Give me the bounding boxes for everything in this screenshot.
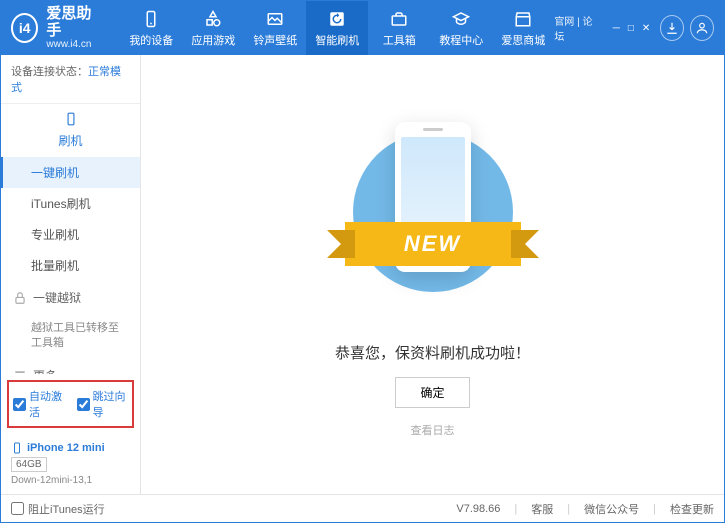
support-link[interactable]: 客服 xyxy=(531,501,553,517)
phone-icon xyxy=(141,9,161,29)
view-log-link[interactable]: 查看日志 xyxy=(411,422,455,438)
device-firmware: Down-12mini-13,1 xyxy=(11,475,130,486)
success-illustration: NEW xyxy=(353,112,513,312)
options-box: 自动激活 跳过向导 xyxy=(7,380,134,428)
device-capacity: 64GB xyxy=(11,457,47,472)
sidebar-item-pro[interactable]: 专业刷机 xyxy=(1,219,140,250)
top-nav: 我的设备 应用游戏 铃声壁纸 智能刷机 工具箱 教程中心 xyxy=(120,1,554,55)
apps-icon xyxy=(203,9,223,29)
section-flash[interactable]: 刷机 xyxy=(1,104,140,157)
titlebar: i4 爱思助手 www.i4.cn 我的设备 应用游戏 铃声壁纸 智能刷机 xyxy=(1,1,724,55)
device-panel: iPhone 12 mini 64GB Down-12mini-13,1 xyxy=(1,434,140,494)
user-button[interactable] xyxy=(690,15,714,41)
jailbreak-note: 越狱工具已转移至工具箱 xyxy=(1,314,140,359)
toolbox-icon xyxy=(389,9,409,29)
checkbox-skip-guide[interactable]: 跳过向导 xyxy=(77,388,129,420)
checkbox-block-itunes[interactable]: 阻止iTunes运行 xyxy=(11,501,105,517)
success-message: 恭喜您，保资料刷机成功啦！ xyxy=(335,342,530,363)
sidebar-item-oneclick[interactable]: 一键刷机 xyxy=(1,157,140,188)
minimize-icon[interactable]: ─ xyxy=(613,23,620,34)
body: 设备连接状态：正常模式 刷机 一键刷机 iTunes刷机 专业刷机 批量刷机 一… xyxy=(1,55,724,494)
phone-icon xyxy=(11,442,23,454)
app-window: i4 爱思助手 www.i4.cn 我的设备 应用游戏 铃声壁纸 智能刷机 xyxy=(0,0,725,523)
checkbox-auto-activate[interactable]: 自动激活 xyxy=(13,388,65,420)
nav-apps[interactable]: 应用游戏 xyxy=(182,1,244,55)
lock-icon xyxy=(13,291,27,305)
version-label: V7.98.66 xyxy=(456,503,500,515)
logo-area: i4 爱思助手 www.i4.cn xyxy=(11,6,100,50)
graduation-icon xyxy=(451,9,471,29)
nav-my-device[interactable]: 我的设备 xyxy=(120,1,182,55)
menu-icon xyxy=(13,368,27,374)
section-jailbreak[interactable]: 一键越狱 xyxy=(1,281,140,314)
nav-toolbox[interactable]: 工具箱 xyxy=(368,1,430,55)
nav-tutorials[interactable]: 教程中心 xyxy=(430,1,492,55)
sidebar: 设备连接状态：正常模式 刷机 一键刷机 iTunes刷机 专业刷机 批量刷机 一… xyxy=(1,55,141,494)
device-name[interactable]: iPhone 12 mini xyxy=(11,442,130,454)
window-controls: 官网 | 论坛 ─ □ ✕ xyxy=(554,13,654,43)
top-links[interactable]: 官网 | 论坛 xyxy=(554,13,592,43)
new-ribbon: NEW xyxy=(345,222,521,266)
footer: 阻止iTunes运行 V7.98.66 | 客服 | 微信公众号 | 检查更新 xyxy=(1,494,724,522)
check-update-link[interactable]: 检查更新 xyxy=(670,501,714,517)
wallpaper-icon xyxy=(265,9,285,29)
app-url: www.i4.cn xyxy=(46,39,100,50)
app-name: 爱思助手 xyxy=(46,6,100,39)
refresh-icon xyxy=(327,9,347,29)
phone-icon xyxy=(64,112,78,126)
sidebar-item-batch[interactable]: 批量刷机 xyxy=(1,250,140,281)
store-icon xyxy=(513,9,533,29)
connection-status: 设备连接状态：正常模式 xyxy=(1,55,140,104)
main-content: NEW 恭喜您，保资料刷机成功啦！ 确定 查看日志 xyxy=(141,55,724,494)
nav-ringtones[interactable]: 铃声壁纸 xyxy=(244,1,306,55)
ok-button[interactable]: 确定 xyxy=(395,377,469,408)
wechat-link[interactable]: 微信公众号 xyxy=(584,501,639,517)
sidebar-item-itunes[interactable]: iTunes刷机 xyxy=(1,188,140,219)
nav-store[interactable]: 爱思商城 xyxy=(492,1,554,55)
close-icon[interactable]: ✕ xyxy=(642,23,650,34)
section-more[interactable]: 更多 xyxy=(1,359,140,374)
logo-icon: i4 xyxy=(11,13,38,43)
maximize-icon[interactable]: □ xyxy=(628,23,634,34)
nav-flash[interactable]: 智能刷机 xyxy=(306,1,368,55)
download-button[interactable] xyxy=(660,15,684,41)
